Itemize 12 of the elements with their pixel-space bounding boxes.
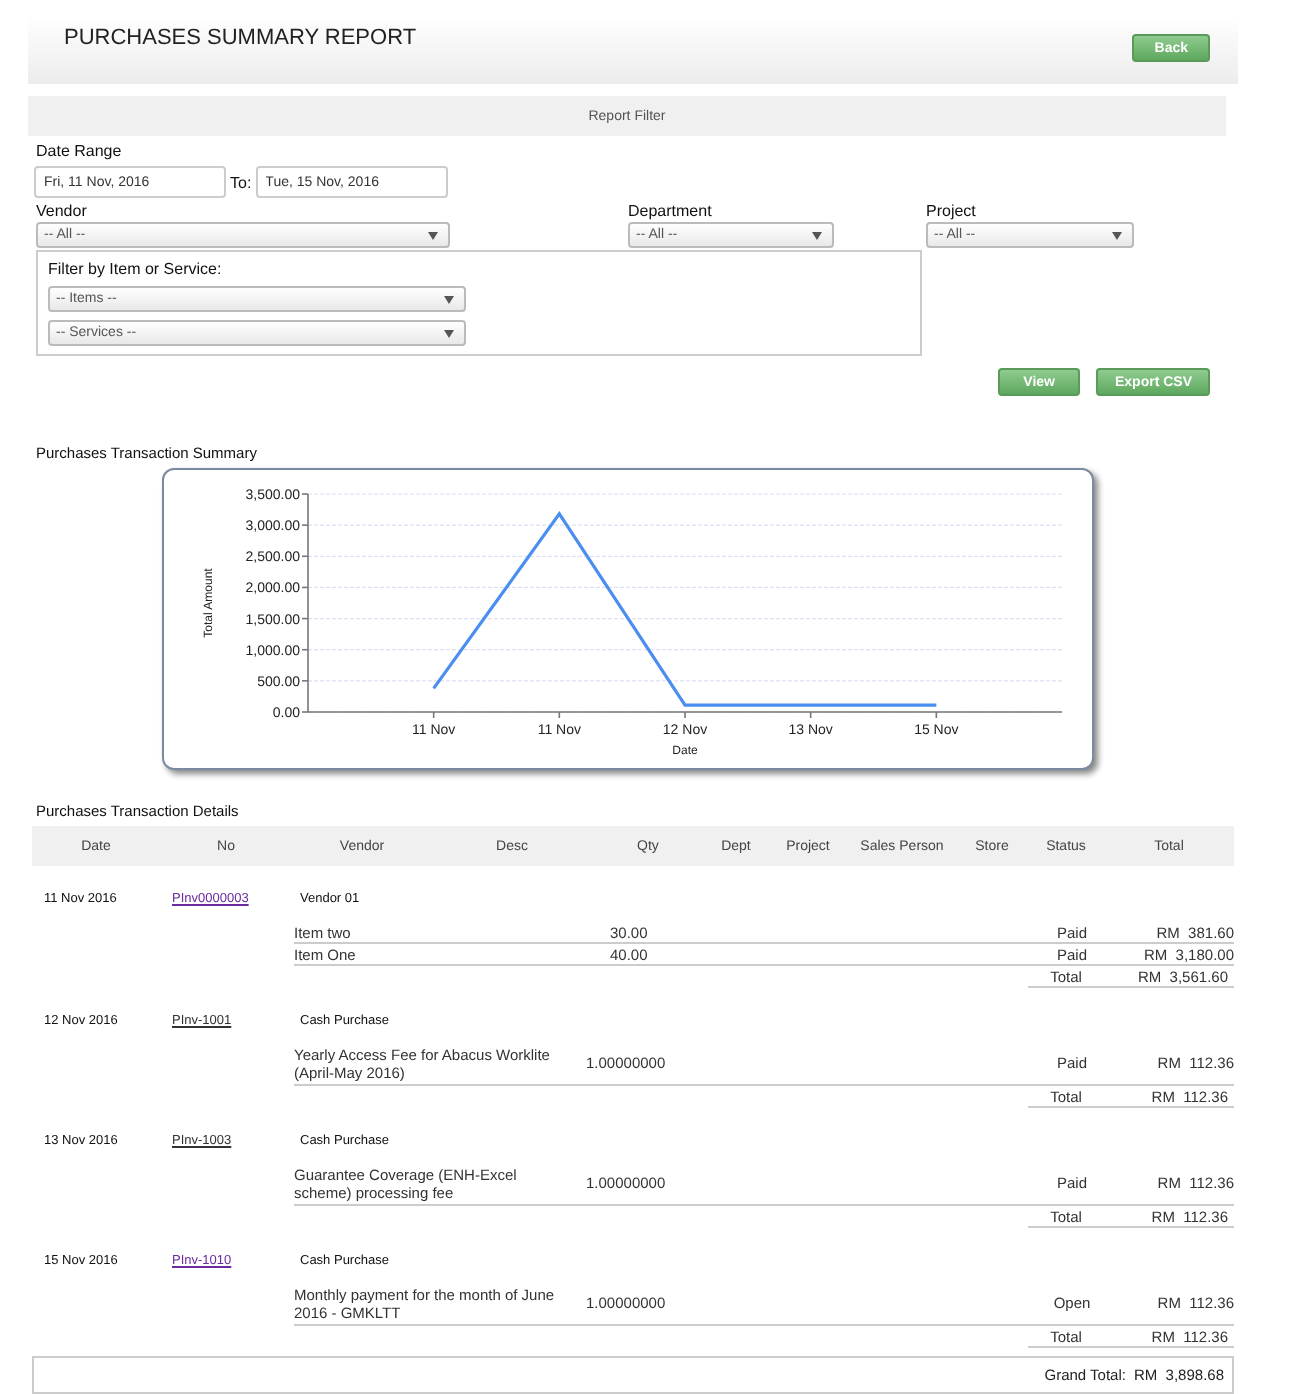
caret-icon [428,231,438,239]
caret-icon [812,231,822,239]
caret-icon [444,295,454,303]
caret-icon [444,329,454,337]
field-label: Department [628,202,714,220]
caret-icon [1112,231,1122,239]
field-label: Project [926,202,978,220]
field-label: Vendor [36,202,89,220]
page-title: PURCHASES SUMMARY REPORT [64,26,417,50]
field-label: Date Range [36,142,124,160]
field-label: Filter by Item or Service: [48,260,224,278]
field-label: To: [230,173,252,191]
